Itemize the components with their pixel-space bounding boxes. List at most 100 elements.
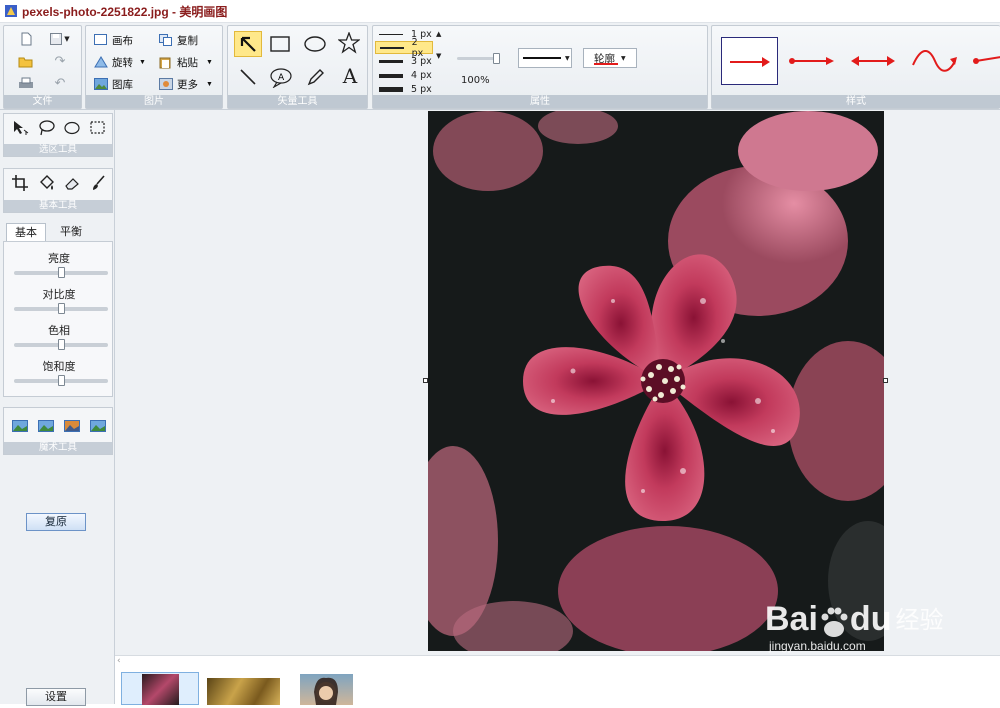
gallery-button[interactable]: 图库 — [94, 77, 133, 92]
rect-select-icon[interactable] — [88, 118, 108, 138]
redo-icon[interactable]: ↷ — [50, 51, 70, 71]
star-tool-icon[interactable] — [337, 32, 361, 54]
paste-dropdown-icon[interactable]: ▼ — [206, 59, 213, 66]
contrast-slider[interactable] — [14, 303, 108, 314]
settings-button[interactable]: 设置 — [26, 688, 86, 706]
baidu-watermark: Bai du 经验 jingyan.baidu.com — [765, 600, 943, 653]
arrow-tool-icon[interactable] — [234, 31, 262, 57]
restore-button[interactable]: 复原 — [26, 513, 86, 531]
app-icon — [4, 4, 18, 18]
baidu-brand-bai: Bai — [765, 600, 818, 638]
style-curve-arrow[interactable] — [907, 37, 963, 85]
contrast-label: 对比度 — [42, 288, 76, 301]
outline-dropdown-icon[interactable]: ▼ — [621, 55, 626, 62]
outline-color-bar — [594, 63, 618, 65]
save-dropdown-icon[interactable]: ▼ — [62, 29, 72, 49]
left-tool-panel: 选区工具 基本工具 基本 平衡 亮度 对比度 色相 饱和度 魔术工具 复原 设置 — [0, 110, 115, 706]
file-group: ▼ ↷ ↶ 文件 — [3, 25, 82, 109]
copy-icon — [159, 34, 174, 47]
magic-tools-group: 魔术工具 — [3, 407, 113, 455]
more-button[interactable]: 更多 ▼ — [159, 77, 213, 92]
adjustment-panel: 亮度 对比度 色相 饱和度 — [3, 241, 113, 397]
resize-handle-right[interactable] — [883, 378, 888, 383]
magic-effect-4-icon[interactable] — [88, 416, 108, 436]
callout-tool-icon[interactable]: A — [269, 67, 293, 89]
picture-group-label: 图片 — [86, 95, 222, 108]
text-tool-icon[interactable]: A — [338, 64, 362, 88]
open-file-icon[interactable] — [16, 51, 36, 71]
ellipse-tool-icon[interactable] — [303, 34, 327, 54]
scroll-down-icon[interactable]: ▼ — [436, 52, 441, 60]
thumbnail-gold[interactable] — [207, 678, 280, 705]
rotate-icon — [94, 56, 109, 69]
paste-button[interactable]: 粘贴 ▼ — [159, 55, 213, 70]
saturation-slider[interactable] — [14, 375, 108, 386]
rectangle-tool-icon[interactable] — [268, 34, 292, 54]
baidu-paw-icon — [819, 605, 849, 639]
crop-icon[interactable] — [10, 173, 30, 193]
baidu-brand-cn: 经验 — [895, 607, 944, 634]
svg-text:A: A — [278, 73, 285, 83]
line-style-select[interactable]: ▼ — [518, 48, 572, 68]
window-title: pexels-photo-2251822.jpg - 美明画图 — [22, 4, 228, 19]
zoom-slider-thumb[interactable] — [493, 53, 500, 64]
contrast-thumb[interactable] — [57, 303, 65, 314]
canvas-icon — [94, 34, 109, 47]
style-double-arrow[interactable] — [845, 37, 901, 85]
basic-tools-label: 基本工具 — [4, 200, 112, 212]
magic-effect-2-icon[interactable] — [36, 416, 56, 436]
rotate-dropdown-icon[interactable]: ▼ — [139, 59, 146, 66]
hue-slider[interactable] — [14, 339, 108, 350]
line-width-2px[interactable]: 2 px — [375, 37, 433, 59]
style-arrow-selected[interactable] — [721, 37, 778, 85]
scroll-left-icon[interactable]: ‹ — [117, 656, 121, 666]
styles-group: 样式 — [711, 25, 1000, 109]
scroll-up-icon[interactable]: ▲ — [436, 30, 441, 38]
outline-select[interactable]: 轮廓 ▼ — [583, 48, 637, 68]
hue-thumb[interactable] — [57, 339, 65, 350]
pen-tool-icon[interactable] — [304, 66, 328, 88]
adjust-tab-balance[interactable]: 平衡 — [50, 223, 92, 242]
style-dot-line-partial[interactable] — [968, 37, 1000, 85]
fill-bucket-icon[interactable] — [36, 173, 56, 193]
line-style-dropdown-icon[interactable]: ▼ — [565, 55, 570, 62]
move-select-icon[interactable] — [10, 118, 30, 138]
brightness-thumb[interactable] — [57, 267, 65, 278]
magic-effect-1-icon[interactable] — [10, 416, 30, 436]
resize-handle-left[interactable] — [423, 378, 428, 383]
copy-button[interactable]: 复制 — [159, 33, 198, 48]
thumbnail-portrait[interactable] — [300, 674, 353, 705]
flower-photo[interactable] — [428, 111, 884, 651]
vector-tools-label: 矢量工具 — [228, 95, 367, 108]
brush-icon[interactable] — [88, 173, 108, 193]
saturation-thumb[interactable] — [57, 375, 65, 386]
line-width-list[interactable]: 1 px 2 px 3 px 4 px 5 px — [375, 28, 435, 96]
lasso-icon[interactable] — [36, 118, 56, 138]
magic-effect-3-icon[interactable] — [62, 416, 82, 436]
ellipse-select-icon[interactable] — [62, 118, 82, 138]
zoom-label: 100% — [461, 75, 490, 86]
print-icon[interactable] — [16, 73, 36, 93]
zoom-slider[interactable] — [457, 53, 500, 64]
line-width-3px[interactable]: 3 px — [375, 55, 435, 68]
rotate-button[interactable]: 旋转 ▼ — [94, 55, 146, 70]
thumbnail-flower[interactable] — [142, 674, 179, 705]
vector-tools-group: A A 矢量工具 — [227, 25, 368, 109]
line-width-4px[interactable]: 4 px — [375, 69, 435, 82]
eraser-icon[interactable] — [62, 173, 82, 193]
adjust-tab-basic[interactable]: 基本 — [6, 223, 46, 242]
style-dot-arrow[interactable] — [784, 37, 840, 85]
canvas-button[interactable]: 画布 — [94, 33, 133, 48]
undo-icon[interactable]: ↶ — [50, 73, 70, 93]
baidu-url: jingyan.baidu.com — [769, 639, 866, 653]
brightness-slider[interactable] — [14, 267, 108, 278]
properties-group-label: 属性 — [373, 95, 707, 108]
paste-icon — [159, 56, 174, 69]
magic-tools-label: 魔术工具 — [4, 442, 112, 454]
new-file-icon[interactable] — [16, 29, 36, 49]
saturation-label: 饱和度 — [42, 360, 76, 373]
more-dropdown-icon[interactable]: ▼ — [206, 81, 213, 88]
styles-group-label: 样式 — [712, 95, 1000, 108]
line-tool-icon[interactable] — [236, 66, 260, 88]
basic-tools-group: 基本工具 — [3, 168, 113, 213]
